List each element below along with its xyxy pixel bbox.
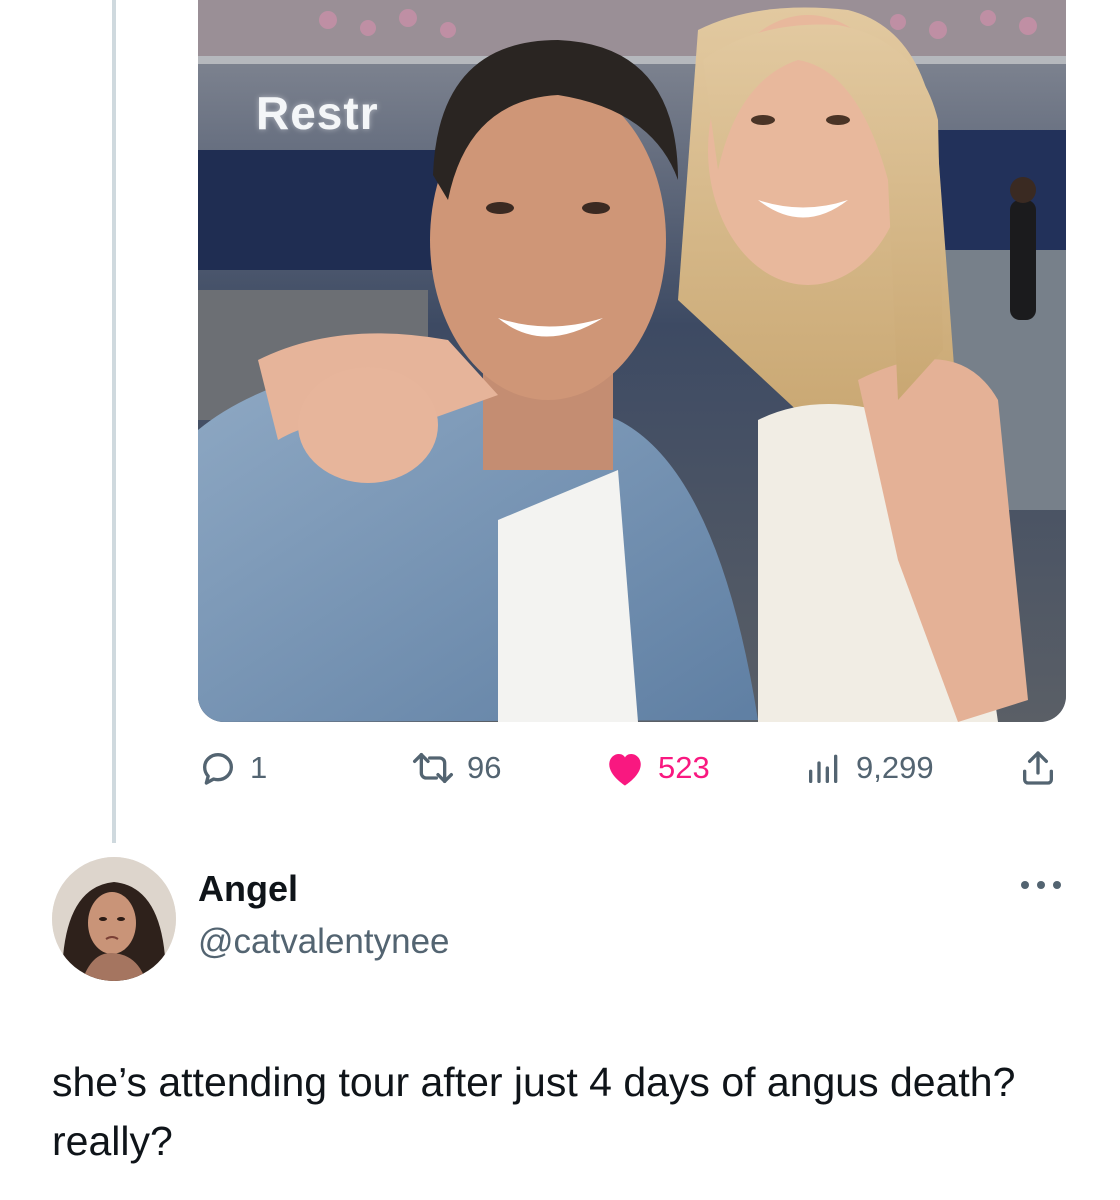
reply-tweet-text: she’s attending tour after just 4 days o… — [52, 1059, 1016, 1164]
retweet-button[interactable]: 96 — [411, 742, 501, 794]
views-icon — [804, 748, 844, 788]
tweet-action-bar: 1 96 523 9,299 — [198, 742, 1066, 794]
tweet-photo[interactable]: Restr — [198, 0, 1066, 722]
reply-display-name[interactable]: Angel — [198, 868, 298, 910]
more-icon — [1019, 878, 1063, 896]
reply-handle[interactable]: @catvalentynee — [198, 922, 450, 962]
retweet-count: 96 — [467, 750, 502, 785]
more-options-button[interactable] — [1018, 872, 1064, 902]
avatar[interactable] — [52, 857, 176, 981]
views-button[interactable]: 9,299 — [804, 742, 934, 794]
heart-icon — [604, 748, 646, 788]
like-count: 523 — [658, 750, 710, 785]
like-button[interactable]: 523 — [604, 742, 710, 794]
restroom-sign-text: Restr — [256, 87, 379, 139]
reply-count: 1 — [250, 750, 268, 785]
reply-icon — [198, 748, 238, 788]
share-button[interactable] — [1018, 742, 1058, 794]
avatar-image — [52, 857, 176, 981]
view-count: 9,299 — [856, 750, 934, 785]
retweet-icon — [411, 748, 455, 788]
reply-button[interactable]: 1 — [198, 742, 267, 794]
thread-line — [112, 0, 116, 843]
share-icon — [1018, 748, 1058, 788]
